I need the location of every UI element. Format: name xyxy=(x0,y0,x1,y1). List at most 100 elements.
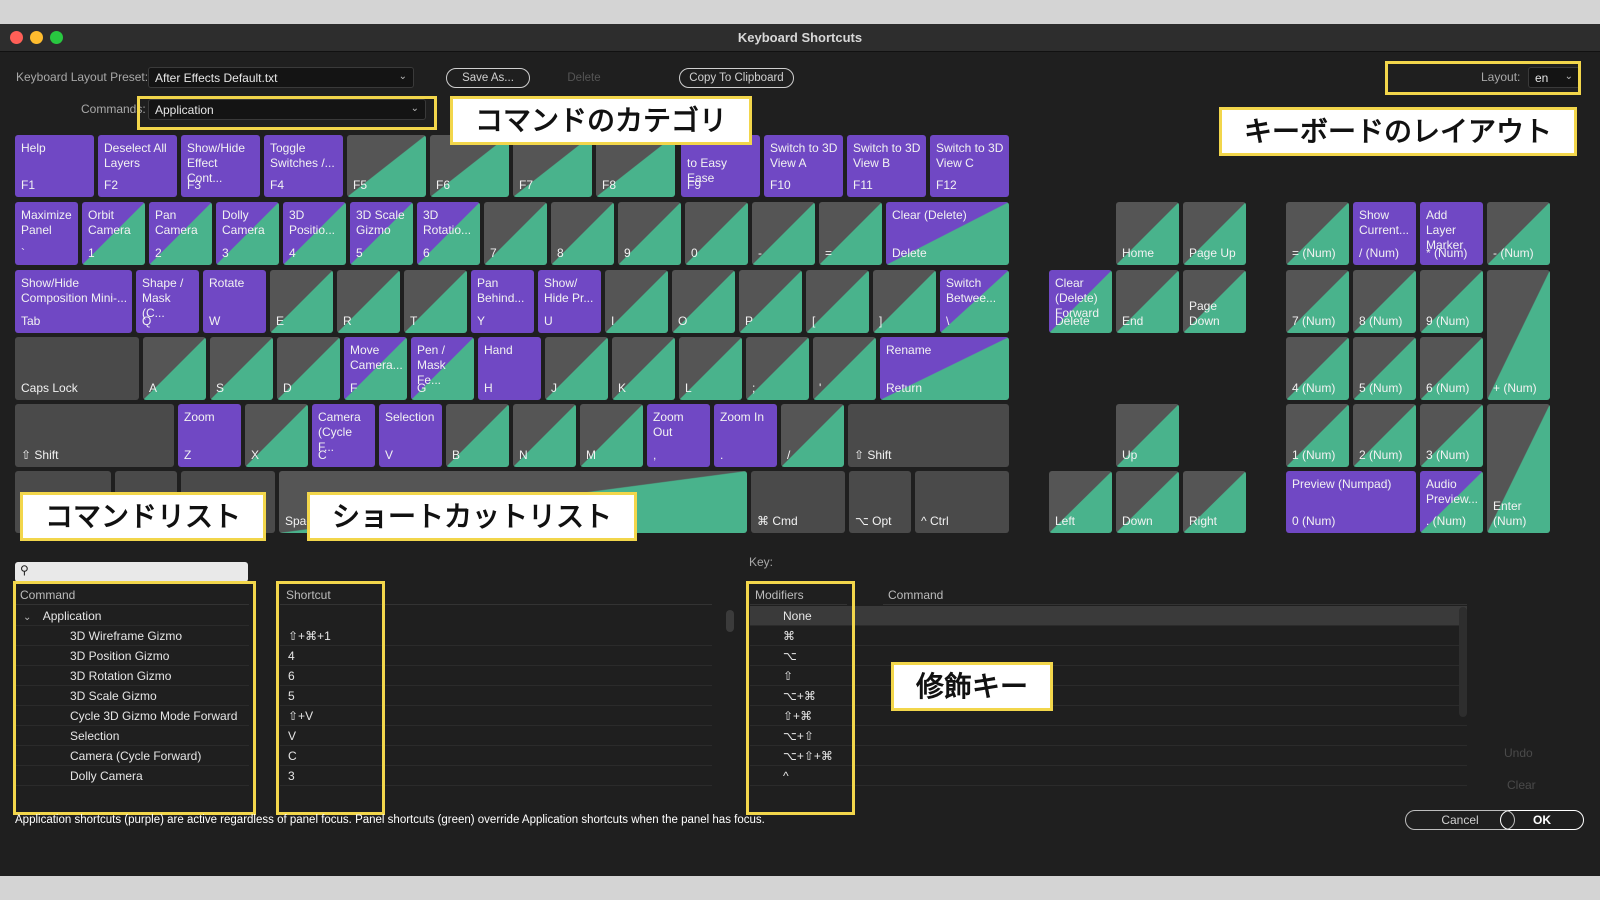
key-delete[interactable]: Clear (Delete) Forward Delete xyxy=(1049,270,1112,333)
key-blank[interactable]: Switch Betwee... \ xyxy=(940,270,1009,333)
key-2[interactable]: Pan Camera 2 xyxy=(149,202,212,265)
modifier-row[interactable]: ^ xyxy=(750,766,1467,786)
key-8-num[interactable]: 8 (Num) xyxy=(1353,270,1416,333)
key-home[interactable]: Home xyxy=(1116,202,1179,265)
key-tab[interactable]: Show/Hide Composition Mini-... Tab xyxy=(15,270,132,333)
key-a[interactable]: A xyxy=(143,337,206,400)
key-v[interactable]: Selection V xyxy=(379,404,442,467)
key-end[interactable]: End xyxy=(1116,270,1179,333)
modifier-row[interactable]: None xyxy=(750,606,1467,626)
key-u[interactable]: Show/ Hide Pr... U xyxy=(538,270,601,333)
key-num[interactable]: Show Current... / (Num) xyxy=(1353,202,1416,265)
scrollbar[interactable] xyxy=(1459,607,1467,717)
key-num[interactable]: = (Num) xyxy=(1286,202,1349,265)
key-caps-lock[interactable]: Caps Lock xyxy=(15,337,139,400)
key-shift[interactable]: ⇧ Shift xyxy=(15,404,174,467)
key-cmd[interactable]: ⌘ Cmd xyxy=(751,471,845,533)
key-g[interactable]: Pen / Mask Fe... G xyxy=(411,337,474,400)
key-0[interactable]: 0 xyxy=(685,202,748,265)
key-x[interactable]: X xyxy=(245,404,308,467)
key-z[interactable]: Zoom Z xyxy=(178,404,241,467)
key-up[interactable]: Up xyxy=(1116,404,1179,467)
key-page-down[interactable]: Page Down xyxy=(1183,270,1246,333)
modifier-row[interactable]: ⇧+⌘ xyxy=(750,706,1467,726)
key-l[interactable]: L xyxy=(679,337,742,400)
key-9[interactable]: 9 xyxy=(618,202,681,265)
key-blank[interactable]: Zoom Out, xyxy=(647,404,710,467)
key-f5[interactable]: F5 xyxy=(347,135,426,197)
key-2-num[interactable]: 2 (Num) xyxy=(1353,404,1416,467)
key-j[interactable]: J xyxy=(545,337,608,400)
key-e[interactable]: E xyxy=(270,270,333,333)
key-p[interactable]: P xyxy=(739,270,802,333)
key-down[interactable]: Down xyxy=(1116,471,1179,533)
key-o[interactable]: O xyxy=(672,270,735,333)
key-num[interactable]: Audio Preview... . (Num) xyxy=(1420,471,1483,533)
key-7[interactable]: 7 xyxy=(484,202,547,265)
modifier-row[interactable]: ⌥ xyxy=(750,646,1467,666)
key-f10[interactable]: Switch to 3D View A F10 xyxy=(764,135,843,197)
key-f11[interactable]: Switch to 3D View B F11 xyxy=(847,135,926,197)
key-3-num[interactable]: 3 (Num) xyxy=(1420,404,1483,467)
key-enter-num[interactable]: Enter (Num) xyxy=(1487,404,1550,533)
copy-to-clipboard-button[interactable]: Copy To Clipboard xyxy=(679,68,794,88)
key-shift[interactable]: ⇧ Shift xyxy=(848,404,1009,467)
key-w[interactable]: Rotate W xyxy=(203,270,266,333)
search-input[interactable]: ⚲ xyxy=(15,562,248,582)
cancel-button[interactable]: Cancel xyxy=(1405,810,1515,830)
modifier-row[interactable]: ⌥+⇧ xyxy=(750,726,1467,746)
modifier-row[interactable]: ⌥+⇧+⌘ xyxy=(750,746,1467,766)
key-q[interactable]: Shape / Mask (C... Q xyxy=(136,270,199,333)
key-delete[interactable]: Clear (Delete) Delete xyxy=(886,202,1009,265)
key-m[interactable]: M xyxy=(580,404,643,467)
key-f3[interactable]: Show/Hide Effect Cont... F3 xyxy=(181,135,260,197)
modifier-row[interactable]: ⌥+⌘ xyxy=(750,686,1467,706)
ok-button[interactable]: OK xyxy=(1500,810,1584,830)
key-num[interactable]: Add Layer Marker * (Num) xyxy=(1420,202,1483,265)
save-as-button[interactable]: Save As... xyxy=(446,68,530,88)
key-right[interactable]: Right xyxy=(1183,471,1246,533)
key-4[interactable]: 3D Positio... 4 xyxy=(283,202,346,265)
key-blank[interactable]: - xyxy=(752,202,815,265)
clear-button[interactable]: Clear xyxy=(1507,778,1536,792)
key-blank[interactable]: = xyxy=(819,202,882,265)
key-h[interactable]: Hand H xyxy=(478,337,541,400)
key-5[interactable]: 3D Scale Gizmo 5 xyxy=(350,202,413,265)
key-c[interactable]: Camera (Cycle F... C xyxy=(312,404,375,467)
key-8[interactable]: 8 xyxy=(551,202,614,265)
key-num[interactable]: - (Num) xyxy=(1487,202,1550,265)
preset-dropdown[interactable]: After Effects Default.txt ⌄ xyxy=(148,67,414,88)
key-3[interactable]: Dolly Camera 3 xyxy=(216,202,279,265)
key-5-num[interactable]: 5 (Num) xyxy=(1353,337,1416,400)
key-blank[interactable]: Zoom In. xyxy=(714,404,777,467)
key-f[interactable]: Move Camera... F xyxy=(344,337,407,400)
key-n[interactable]: N xyxy=(513,404,576,467)
key-f1[interactable]: Help F1 xyxy=(15,135,94,197)
key-6[interactable]: 3D Rotatio... 6 xyxy=(417,202,480,265)
key-t[interactable]: T xyxy=(404,270,467,333)
key-d[interactable]: D xyxy=(277,337,340,400)
key-y[interactable]: Pan Behind... Y xyxy=(471,270,534,333)
key-num[interactable]: + (Num) xyxy=(1487,270,1550,400)
key-blank[interactable]: ; xyxy=(746,337,809,400)
key-r[interactable]: R xyxy=(337,270,400,333)
key-f4[interactable]: Toggle Switches /... F4 xyxy=(264,135,343,197)
key-ctrl[interactable]: ^ Ctrl xyxy=(915,471,1009,533)
modifier-row[interactable]: ⇧ xyxy=(750,666,1467,686)
key-6-num[interactable]: 6 (Num) xyxy=(1420,337,1483,400)
scrollbar[interactable] xyxy=(726,610,734,632)
key-left[interactable]: Left xyxy=(1049,471,1112,533)
key-7-num[interactable]: 7 (Num) xyxy=(1286,270,1349,333)
key-page-up[interactable]: Page Up xyxy=(1183,202,1246,265)
key-4-num[interactable]: 4 (Num) xyxy=(1286,337,1349,400)
key-blank[interactable]: [ xyxy=(806,270,869,333)
key-1-num[interactable]: 1 (Num) xyxy=(1286,404,1349,467)
key-s[interactable]: S xyxy=(210,337,273,400)
key-blank[interactable]: Maximize Panel ` xyxy=(15,202,78,265)
undo-button[interactable]: Undo xyxy=(1504,746,1533,760)
key-blank[interactable]: ] xyxy=(873,270,936,333)
key-f2[interactable]: Deselect All Layers F2 xyxy=(98,135,177,197)
key-return[interactable]: Rename Return xyxy=(880,337,1009,400)
key-b[interactable]: B xyxy=(446,404,509,467)
key-0-num[interactable]: Preview (Numpad) 0 (Num) xyxy=(1286,471,1416,533)
